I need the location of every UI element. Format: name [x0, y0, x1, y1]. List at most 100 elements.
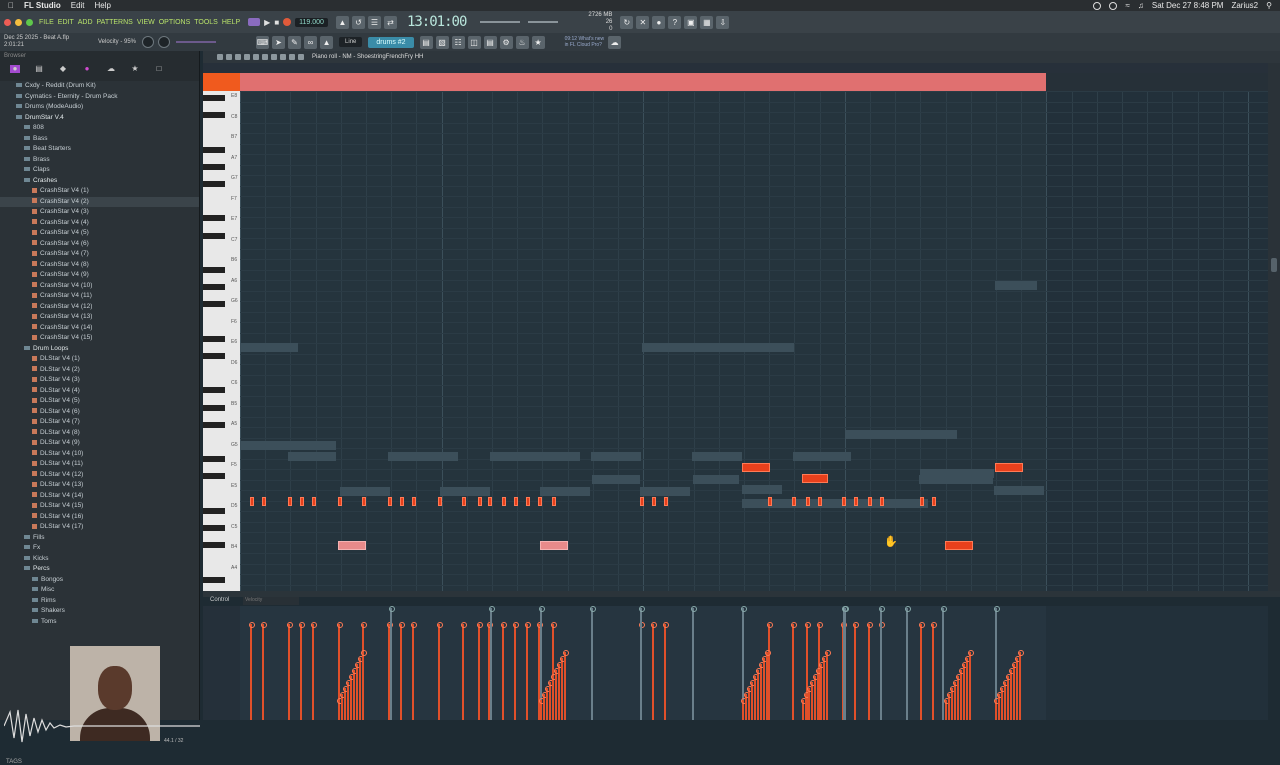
black-key[interactable]	[203, 456, 225, 463]
export-icon[interactable]: ⇩	[716, 15, 730, 29]
browser-file[interactable]: CrashStar V4 (6)	[0, 239, 199, 250]
velocity-bar[interactable]	[355, 662, 361, 720]
close-window-button[interactable]	[4, 18, 11, 26]
velocity-bar[interactable]	[816, 668, 822, 720]
browser-folder[interactable]: Bass	[0, 134, 199, 145]
all-tab-icon[interactable]: ●	[10, 65, 20, 73]
velocity-bar[interactable]	[1012, 662, 1018, 720]
browser-folder[interactable]: Beat Starters	[0, 144, 199, 155]
menu-edit-fl[interactable]: EDIT	[58, 19, 74, 26]
velocity-bar[interactable]	[551, 674, 557, 720]
velocity-bar[interactable]	[997, 692, 1003, 720]
countdown-icon[interactable]: ☰	[367, 15, 381, 29]
note[interactable]	[842, 497, 846, 506]
menu-tools[interactable]: TOOLS	[194, 19, 218, 26]
app-menu[interactable]: FL Studio	[24, 0, 61, 11]
browser-file[interactable]: DLStar V4 (9)	[0, 438, 199, 449]
pr-delete-icon[interactable]	[253, 54, 259, 60]
browser-folder[interactable]: Kicks	[0, 554, 199, 565]
browser-file[interactable]: DLStar V4 (3)	[0, 375, 199, 386]
velocity-bar[interactable]	[337, 698, 343, 720]
browser-folder[interactable]: Drum Loops	[0, 344, 199, 355]
panic-icon[interactable]: ✕	[636, 15, 650, 29]
browser-file[interactable]: DLStar V4 (15)	[0, 501, 199, 512]
black-key[interactable]	[203, 335, 225, 342]
pr-menu-icon[interactable]	[217, 54, 223, 60]
plugin-picker-icon[interactable]: ▣	[684, 15, 698, 29]
note[interactable]	[312, 497, 316, 506]
browser-folder[interactable]: Shakers	[0, 606, 199, 617]
velocity-bar[interactable]	[361, 650, 367, 720]
note[interactable]	[792, 497, 796, 506]
velocity-bar[interactable]	[962, 662, 968, 720]
spotlight-icon[interactable]: ⚲	[1266, 0, 1272, 11]
velocity-bar[interactable]	[563, 650, 569, 720]
velocity-bar[interactable]	[947, 692, 953, 720]
playlist-icon[interactable]: ▤	[419, 35, 433, 49]
velocity-bar[interactable]	[801, 698, 807, 720]
pr-paint-icon[interactable]	[244, 54, 250, 60]
mic-icon[interactable]: ●	[652, 15, 666, 29]
velocity-bar[interactable]	[953, 680, 959, 720]
stamp-icon[interactable]: ▲	[320, 35, 334, 49]
browser-file[interactable]: CrashStar V4 (9)	[0, 270, 199, 281]
note[interactable]	[514, 497, 518, 506]
browser-folder[interactable]: Percs	[0, 564, 199, 575]
black-key[interactable]	[203, 181, 225, 187]
velocity-bar[interactable]	[343, 686, 349, 720]
pr-zoom-icon[interactable]	[289, 54, 295, 60]
black-key[interactable]	[203, 146, 225, 153]
mixer-icon[interactable]: ▦	[700, 15, 714, 29]
favorites-tab-icon[interactable]: ★	[130, 65, 140, 73]
volume-icon[interactable]: ♫	[1138, 0, 1144, 11]
link-icon[interactable]: ∞	[304, 35, 318, 49]
plugin-icon[interactable]: ⚙	[499, 35, 513, 49]
browser-file[interactable]: DLStar V4 (16)	[0, 512, 199, 523]
apple-icon[interactable]: 	[8, 0, 14, 11]
black-key[interactable]	[203, 163, 225, 170]
browser-folder[interactable]: DrumStar V.4	[0, 113, 199, 124]
browser-file[interactable]: DLStar V4 (12)	[0, 470, 199, 481]
velocity-bar[interactable]	[501, 622, 507, 720]
menu-options[interactable]: OPTIONS	[159, 19, 191, 26]
note[interactable]	[945, 541, 973, 550]
menu-help[interactable]: Help	[95, 0, 111, 11]
velocity-bar[interactable]	[756, 668, 762, 720]
velocity-bar[interactable]	[477, 622, 483, 720]
current-project-tab-icon[interactable]: ●	[82, 65, 92, 73]
black-key[interactable]	[203, 353, 225, 359]
browser-icon[interactable]: ▤	[483, 35, 497, 49]
note-grid[interactable]	[240, 91, 1268, 591]
note[interactable]	[338, 541, 366, 550]
velocity-bar[interactable]	[853, 622, 859, 720]
velocity-bar[interactable]	[340, 692, 346, 720]
note[interactable]	[652, 497, 656, 506]
note[interactable]	[478, 497, 482, 506]
note[interactable]	[664, 497, 668, 506]
velocity-bar[interactable]	[560, 656, 566, 720]
browser-file[interactable]: DLStar V4 (1)	[0, 354, 199, 365]
velocity-bar[interactable]	[819, 662, 825, 720]
note[interactable]	[262, 497, 266, 506]
browser-file[interactable]: CrashStar V4 (7)	[0, 249, 199, 260]
velocity-lane[interactable]	[240, 606, 1268, 720]
browser-folder[interactable]: Toms	[0, 617, 199, 628]
play-icon[interactable]: ▶	[264, 18, 270, 27]
menu-edit[interactable]: Edit	[71, 0, 85, 11]
browser-file[interactable]: CrashStar V4 (12)	[0, 302, 199, 313]
browser-folder[interactable]: Rims	[0, 596, 199, 607]
velocity-bar[interactable]	[352, 668, 358, 720]
vertical-scroll-thumb[interactable]	[1271, 258, 1277, 272]
song-time-display[interactable]: 13:01:00	[407, 14, 467, 30]
status-icon[interactable]	[1093, 1, 1102, 10]
velocity-bar[interactable]	[965, 656, 971, 720]
control-target-selector[interactable]: Velocity	[243, 597, 299, 605]
main-slider[interactable]	[176, 41, 217, 43]
browser-folder[interactable]: 808	[0, 123, 199, 134]
black-key[interactable]	[203, 387, 225, 394]
velocity-bar[interactable]	[744, 692, 750, 720]
black-key[interactable]	[203, 507, 225, 514]
browser-folder[interactable]: Bongos	[0, 575, 199, 586]
note[interactable]	[526, 497, 530, 506]
velocity-bar[interactable]	[349, 674, 355, 720]
